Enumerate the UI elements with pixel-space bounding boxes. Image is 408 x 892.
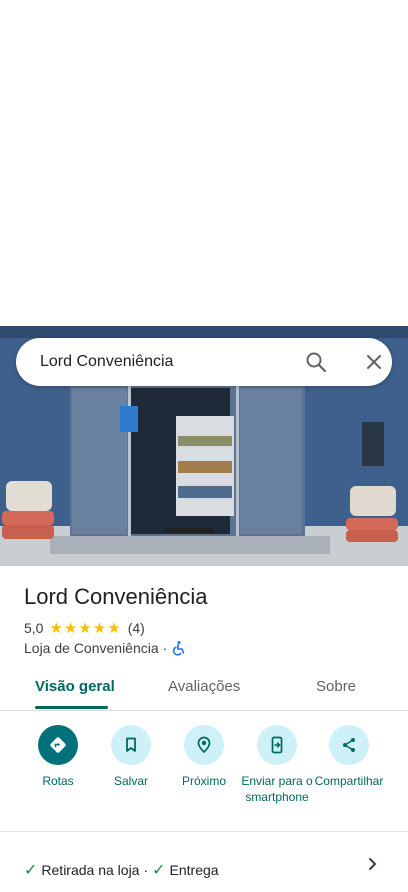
review-count[interactable]: (4)	[128, 620, 145, 636]
check-icon: ✓	[24, 862, 38, 879]
category-row: Loja de Conveniência ·	[24, 640, 187, 656]
rating-row[interactable]: 5,0 ★★★★★ (4)	[24, 619, 145, 637]
rating-value: 5,0	[24, 620, 44, 636]
place-category: Loja de Conveniência	[24, 640, 159, 656]
send-to-phone-button[interactable]: Enviar para o smartphone	[237, 725, 317, 805]
tab-bar: Visão geral Avaliações Sobre	[0, 670, 408, 711]
separator-dot: ·	[162, 640, 168, 656]
separator-dot: ·	[143, 862, 149, 878]
check-icon: ✓	[152, 862, 166, 879]
share-button[interactable]: Compartilhar	[309, 725, 389, 789]
nearby-button[interactable]: Próximo	[164, 725, 244, 789]
nearby-label: Próximo	[181, 774, 226, 788]
tab-overview[interactable]: Visão geral	[35, 678, 115, 695]
directions-label: Rotas	[42, 774, 74, 788]
amenity-delivery: Entrega	[169, 862, 219, 878]
chevron-right-icon[interactable]	[364, 856, 380, 872]
directions-button[interactable]: Rotas	[18, 725, 98, 789]
search-input[interactable]: Lord Conveniência	[40, 353, 173, 371]
tab-reviews[interactable]: Avaliações	[168, 678, 240, 695]
wheelchair-accessible-icon	[173, 641, 185, 656]
search-bar[interactable]: Lord Conveniência	[16, 338, 392, 386]
share-icon	[329, 725, 369, 765]
share-label: Compartilhar	[314, 774, 384, 788]
place-title: Lord Conveniência	[24, 584, 208, 609]
search-icon[interactable]	[304, 350, 328, 374]
section-divider	[0, 831, 408, 832]
send-to-phone-icon	[257, 725, 297, 765]
service-options-row[interactable]: ✓ Retirada na loja · ✓ Entrega	[24, 860, 219, 880]
directions-icon	[38, 725, 78, 765]
star-rating-icon: ★★★★★	[49, 620, 122, 637]
nearby-pin-icon	[184, 725, 224, 765]
save-button[interactable]: Salvar	[91, 725, 171, 789]
save-label: Salvar	[113, 774, 148, 788]
map-blank-area	[0, 0, 408, 326]
send-to-phone-label: Enviar para o smartphone	[241, 774, 313, 804]
close-icon[interactable]	[362, 350, 386, 374]
bookmark-icon	[111, 725, 151, 765]
tab-about[interactable]: Sobre	[316, 678, 356, 695]
active-tab-indicator	[35, 706, 108, 709]
amenity-pickup: Retirada na loja	[41, 862, 140, 878]
